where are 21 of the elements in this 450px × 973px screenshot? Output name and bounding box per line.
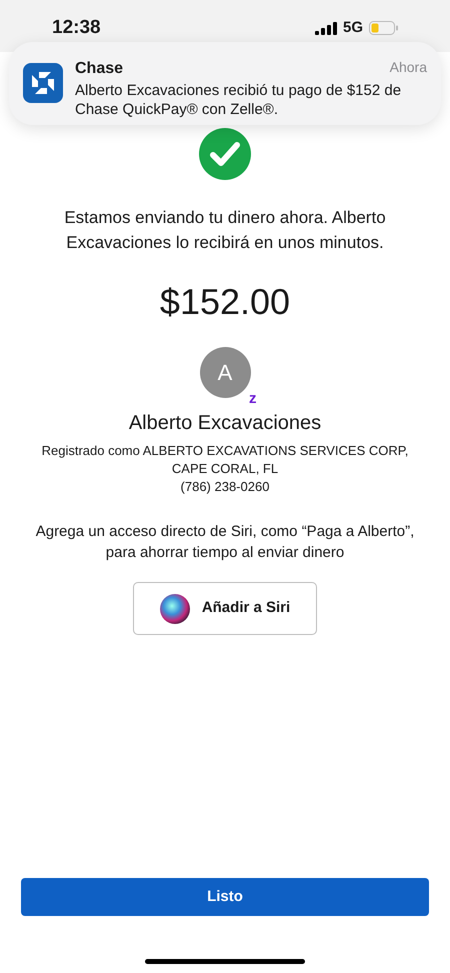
recipient-detail: (786) 238-0260 (180, 478, 270, 496)
done-button[interactable]: Listo (21, 878, 429, 916)
network-label: 5G (342, 18, 363, 38)
bank-logo-icon (23, 63, 63, 103)
siri-hint: Agrega un acceso directo de Siri, como “Paga a Alberto”, para ahorrar tiempo al enviar dinero (34, 522, 416, 563)
recipient-name: Alberto Excavaciones (128, 411, 322, 436)
battery-icon (369, 21, 398, 35)
notification-banner[interactable]: Chase Ahora Alberto Excavaciones recibió tu pago de $152 de Chase QuickPay® con Zelle®. (9, 42, 441, 125)
signal-icon (314, 22, 337, 34)
recipient-detail: Registrado como ALBERTO EXCAVATIONS SERVICES CORP, (42, 442, 408, 460)
siri-icon (160, 594, 190, 624)
notification-time: Ahora (390, 58, 427, 77)
notification-app-name: Chase (75, 59, 124, 79)
confirmation-message: Estamos enviando tu dinero ahora. Alberto Excavaciones lo recibirá en unos minutos. (63, 207, 387, 254)
recipient-detail: CAPE CORAL, FL (172, 460, 278, 478)
success-check-icon (199, 128, 251, 180)
zelle-badge-icon: z (249, 391, 256, 406)
add-to-siri-button[interactable]: Añadir a Siri (133, 582, 317, 635)
status-time: 12:38 (52, 16, 101, 40)
payment-amount: $152.00 (160, 280, 290, 324)
notification-message: Alberto Excavaciones recibió tu pago de $152 de Chase QuickPay® con Zelle®. (75, 81, 402, 119)
